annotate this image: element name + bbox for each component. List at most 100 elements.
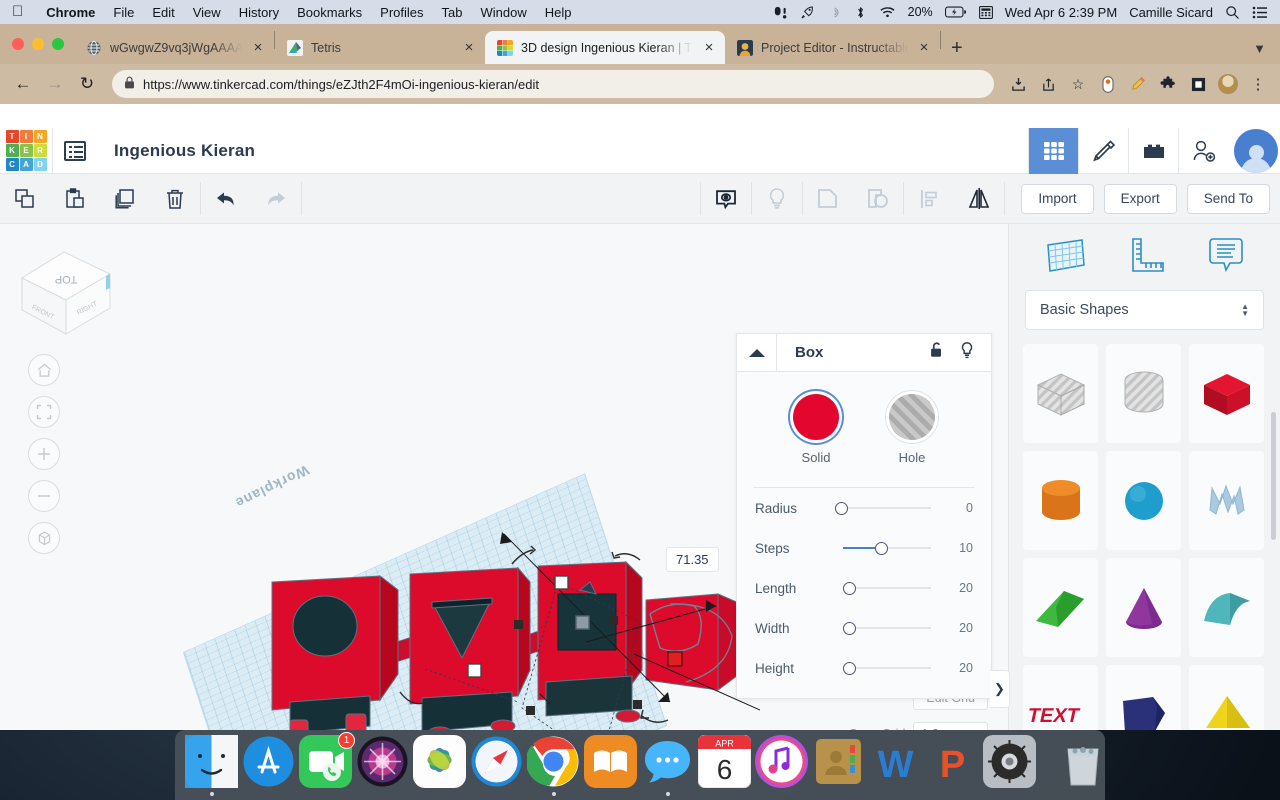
browser-tab-1-close[interactable]: ×	[250, 40, 266, 55]
menu-item-file[interactable]: File	[104, 5, 143, 20]
dock-item-app-store[interactable]	[242, 735, 295, 796]
dock-item-facetime[interactable]: 1	[299, 732, 355, 796]
share-icon[interactable]	[1034, 70, 1062, 98]
puzzle-extension-icon[interactable]	[1154, 70, 1182, 98]
copy-icon[interactable]	[0, 174, 50, 223]
kebab-menu-icon[interactable]: ⋮	[1244, 70, 1272, 98]
shape-item-cylinder-hole[interactable]	[1106, 344, 1181, 443]
shape-item-scribble[interactable]	[1189, 451, 1264, 550]
fit-to-view-icon[interactable]	[28, 396, 60, 428]
unlock-icon[interactable]	[928, 341, 945, 365]
dock-item-calendar[interactable]: APR 6	[698, 735, 751, 796]
menu-item-window[interactable]: Window	[472, 5, 536, 20]
shape-item-polygon[interactable]	[1106, 665, 1181, 730]
wifi-icon[interactable]	[873, 5, 902, 19]
maximize-window-button[interactable]	[52, 38, 64, 50]
tinkercad-logo-icon[interactable]: T I N K E R C A D	[0, 128, 52, 174]
dock-item-chrome[interactable]	[527, 735, 580, 796]
hole-swatch[interactable]	[889, 394, 935, 440]
dock-item-siri[interactable]	[356, 735, 409, 796]
dock-item-contacts[interactable]	[812, 735, 865, 796]
length-value[interactable]: 20	[939, 581, 973, 595]
dock-item-system-preferences[interactable]	[983, 735, 1036, 796]
send-to-button[interactable]: Send To	[1186, 183, 1270, 214]
reload-button[interactable]: ↻	[72, 69, 102, 99]
browser-tab-3-close[interactable]: ×	[701, 40, 717, 55]
dock-item-powerpoint[interactable]: P	[926, 735, 979, 796]
dock-item-photos[interactable]	[413, 735, 466, 796]
page-title[interactable]: Ingenious Kieran	[114, 141, 255, 161]
dimension-badge[interactable]: 71.35	[666, 547, 719, 572]
menubar-datetime[interactable]: Wed Apr 6 2:39 PM	[999, 5, 1124, 20]
width-slider[interactable]	[827, 620, 939, 636]
shapes-panel-scrollbar[interactable]	[1271, 412, 1276, 540]
show-hide-eye-icon[interactable]	[701, 174, 751, 223]
shape-item-pyramid[interactable]	[1189, 665, 1264, 730]
redo-icon[interactable]	[251, 174, 301, 223]
grid-view-icon[interactable]	[1028, 127, 1078, 174]
paste-icon[interactable]	[50, 174, 100, 223]
menu-item-help[interactable]: Help	[536, 5, 581, 20]
shape-item-cone[interactable]	[1106, 558, 1181, 657]
import-button[interactable]: Import	[1021, 183, 1094, 214]
group-icon[interactable]	[803, 174, 853, 223]
close-window-button[interactable]	[12, 38, 24, 50]
view-cube[interactable]: TOP FRONT RIGHT	[10, 244, 120, 344]
height-value[interactable]: 20	[939, 661, 973, 675]
steps-value[interactable]: 10	[939, 541, 973, 555]
hole-mode-option[interactable]: Hole	[889, 394, 935, 465]
home-view-icon[interactable]	[28, 354, 60, 386]
search-icon[interactable]	[1219, 5, 1246, 20]
radius-slider[interactable]	[827, 500, 939, 516]
zoom-in-icon[interactable]	[28, 438, 60, 470]
extension-pill-icon[interactable]	[1094, 70, 1122, 98]
shape-category-select[interactable]: Basic Shapes ▲ ▼	[1025, 290, 1264, 330]
length-slider[interactable]	[827, 580, 939, 596]
shape-item-cylinder[interactable]	[1023, 451, 1098, 550]
menu-item-tab[interactable]: Tab	[433, 5, 472, 20]
collapse-triangle-icon[interactable]	[737, 333, 777, 372]
siri-icon[interactable]	[767, 5, 794, 20]
dock-item-messages[interactable]	[641, 735, 694, 796]
forward-button[interactable]: →	[40, 69, 70, 99]
note-icon[interactable]	[1205, 235, 1247, 280]
shape-item-sphere[interactable]	[1106, 451, 1181, 550]
square-extension-icon[interactable]	[1184, 70, 1212, 98]
align-icon[interactable]	[904, 174, 954, 223]
rocket-icon[interactable]	[794, 5, 821, 20]
3d-viewport[interactable]: TOP FRONT RIGHT Workplane 71.35 Box Soli…	[0, 224, 1280, 730]
light-bulb-icon[interactable]	[752, 174, 802, 223]
shape-item-box[interactable]	[1189, 344, 1264, 443]
height-slider[interactable]	[827, 660, 939, 676]
bookmark-star-icon[interactable]: ☆	[1064, 70, 1092, 98]
mirror-icon[interactable]	[954, 174, 1004, 223]
dock-item-finder[interactable]	[185, 735, 238, 796]
chevron-right-icon[interactable]: ❯	[990, 670, 1010, 708]
profile-avatar[interactable]	[1214, 70, 1242, 98]
steps-slider[interactable]	[827, 540, 939, 556]
browser-tab-1[interactable]: wGwgwZ9vq3jWgAAAABJRU5 ×	[74, 31, 274, 64]
ortho-perspective-icon[interactable]	[28, 522, 60, 554]
menu-item-profiles[interactable]: Profiles	[371, 5, 432, 20]
new-tab-button[interactable]: +	[941, 38, 973, 64]
chevron-down-icon[interactable]: ▼	[1239, 41, 1280, 56]
control-center-icon[interactable]	[1246, 6, 1280, 19]
install-icon[interactable]	[1004, 70, 1032, 98]
bluetooth-icon[interactable]	[848, 5, 873, 20]
browser-tab-2-close[interactable]: ×	[461, 40, 477, 55]
back-button[interactable]: ←	[8, 69, 38, 99]
dock-item-itunes[interactable]	[755, 735, 808, 796]
avatar[interactable]	[1234, 128, 1278, 173]
snap-grid-select[interactable]: 1.0 mm ▲	[913, 722, 988, 730]
duplicate-icon[interactable]	[100, 174, 150, 223]
address-bar[interactable]: https://www.tinkercad.com/things/eZJth2F…	[112, 70, 994, 98]
pencil-extension-icon[interactable]	[1124, 70, 1152, 98]
bricks-icon[interactable]	[1128, 127, 1178, 174]
browser-tab-3[interactable]: 3D design Ingenious Kieran | Ti ×	[485, 31, 725, 64]
apple-icon[interactable]: 	[12, 4, 23, 19]
solid-mode-option[interactable]: Solid	[793, 394, 839, 465]
solid-color-swatch[interactable]	[793, 394, 839, 440]
browser-tab-4-close[interactable]: ×	[916, 40, 932, 55]
menu-item-edit[interactable]: Edit	[143, 5, 183, 20]
dock-item-ibooks[interactable]	[584, 735, 637, 796]
